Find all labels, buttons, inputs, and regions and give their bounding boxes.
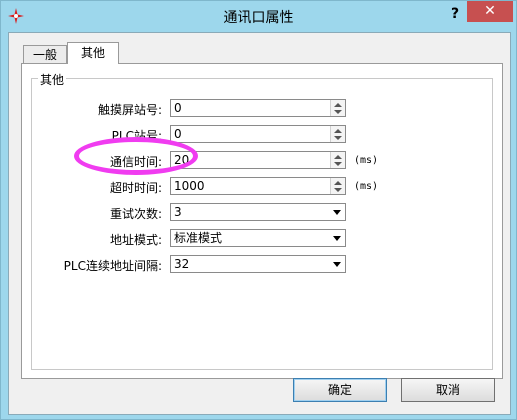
address-mode-label: 地址模式:	[109, 233, 162, 247]
plc-address-interval-label: PLC连续地址间隔:	[63, 259, 162, 273]
timeout-input[interactable]: 1000	[170, 177, 346, 195]
dialog-body: 一般 其他 其他 触摸屏站号: 0 PLC站号: 0 通信时间: 20 (ms)…	[8, 32, 511, 415]
close-button[interactable]: ✕	[467, 1, 513, 22]
timeout-value: 1000	[174, 179, 205, 193]
plc-address-interval-select[interactable]: 32	[170, 255, 346, 273]
tab-other[interactable]: 其他	[67, 42, 119, 64]
other-groupbox: 其他 触摸屏站号: 0 PLC站号: 0 通信时间: 20 (ms) 超时时间:…	[31, 71, 493, 370]
plc-station-label: PLC站号:	[111, 129, 162, 143]
comm-time-value: 20	[174, 153, 190, 167]
spinner-icon[interactable]	[330, 126, 345, 142]
tab-general[interactable]: 一般	[23, 45, 67, 63]
chevron-down-icon[interactable]	[330, 256, 345, 272]
address-mode-select[interactable]: 标准模式	[170, 229, 346, 247]
address-mode-value: 标准模式	[174, 231, 223, 245]
spinner-icon[interactable]	[330, 178, 345, 194]
help-button[interactable]: ?	[447, 6, 463, 22]
group-title: 其他	[38, 71, 67, 88]
retry-count-value: 3	[174, 205, 182, 219]
comm-time-label: 通信时间:	[109, 155, 162, 169]
plc-station-value: 0	[174, 127, 182, 141]
plc-address-interval-value: 32	[174, 257, 190, 271]
hmi-station-label: 触摸屏站号:	[97, 103, 162, 117]
hmi-station-value: 0	[174, 101, 182, 115]
timeout-unit: (ms)	[354, 181, 379, 192]
hmi-station-input[interactable]: 0	[170, 99, 346, 117]
dialog-window: 通讯口属性 ? ✕ 一般 其他 其他 触摸屏站号: 0 PLC站号: 0 通信时…	[0, 0, 517, 420]
title-bar[interactable]: 通讯口属性 ? ✕	[1, 1, 516, 32]
window-title: 通讯口属性	[223, 10, 294, 26]
comm-time-input[interactable]: 20	[170, 151, 346, 169]
comm-time-unit: (ms)	[354, 155, 379, 166]
timeout-label: 超时时间:	[109, 181, 162, 195]
spinner-icon[interactable]	[330, 100, 345, 116]
chevron-down-icon[interactable]	[330, 230, 345, 246]
ok-button[interactable]: 确定	[293, 378, 387, 402]
tab-panel: 其他 触摸屏站号: 0 PLC站号: 0 通信时间: 20 (ms) 超时时间:…	[21, 63, 503, 379]
retry-count-select[interactable]: 3	[170, 203, 346, 221]
retry-count-label: 重试次数:	[109, 207, 162, 221]
cancel-button[interactable]: 取消	[401, 378, 495, 402]
spinner-icon[interactable]	[330, 152, 345, 168]
chevron-down-icon[interactable]	[330, 204, 345, 220]
plc-station-input[interactable]: 0	[170, 125, 346, 143]
